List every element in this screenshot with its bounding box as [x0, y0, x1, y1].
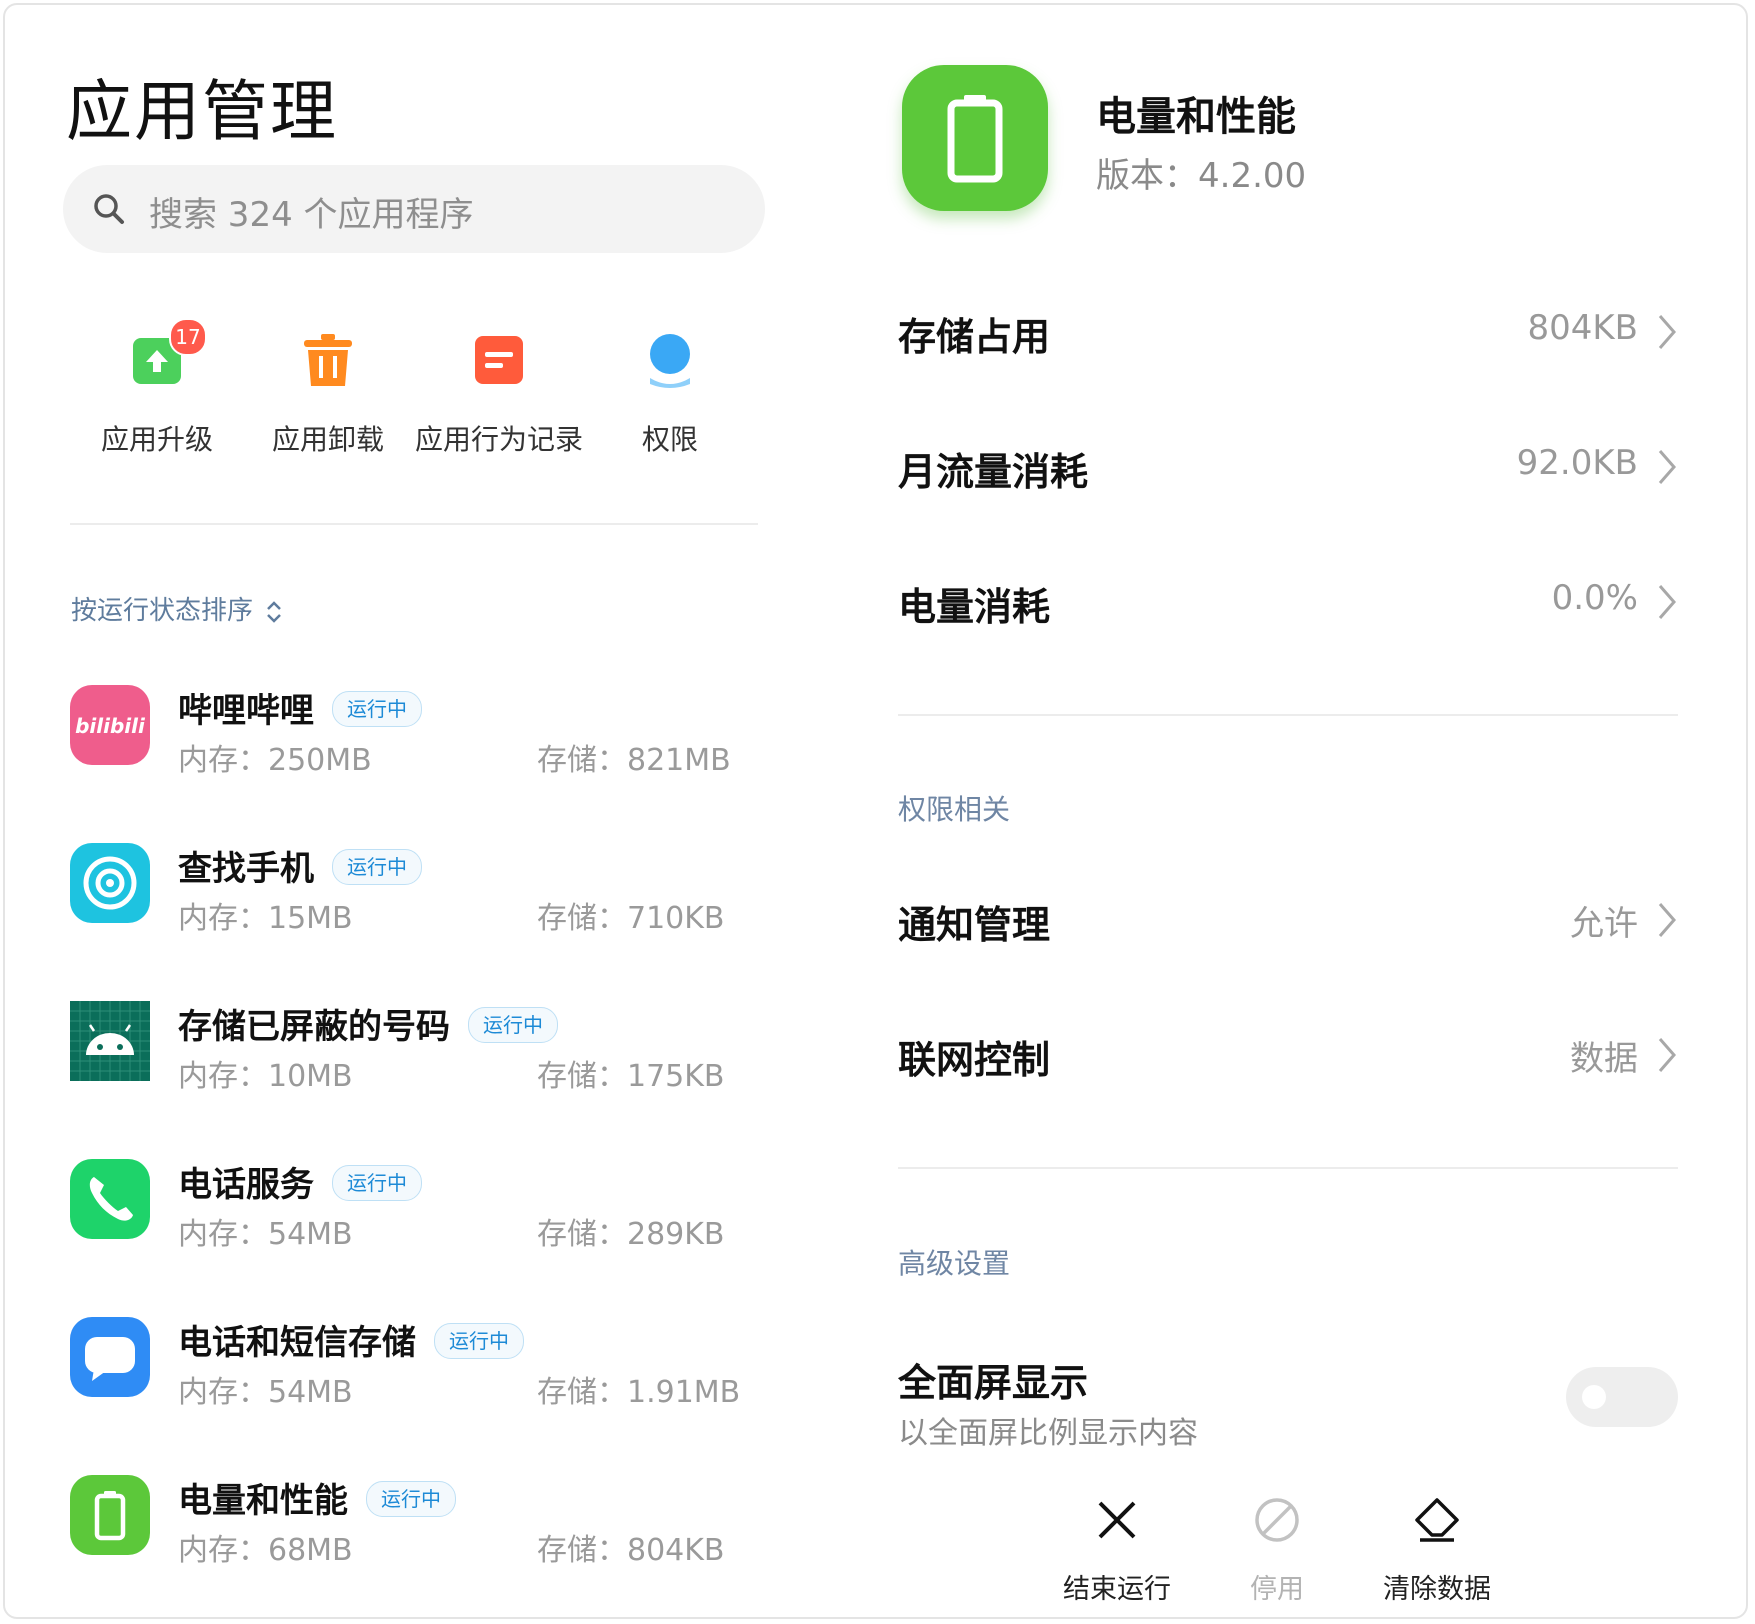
notification-management-row[interactable]: 通知管理 允许 [898, 886, 1678, 956]
fullscreen-subtitle: 以全面屏比例显示内容 [898, 1416, 1198, 1451]
app-storage: 存储：1.91MB [537, 1375, 741, 1410]
app-list-item[interactable]: 存储已屏蔽的号码 运行中 内存：10MB 存储：175KB [70, 1001, 770, 1121]
row-label: 通知管理 [898, 903, 1051, 947]
app-memory: 内存：68MB [178, 1533, 353, 1568]
bilibili-icon: bilibili [70, 685, 150, 765]
phone-icon [70, 1159, 150, 1239]
row-label: 存储占用 [898, 315, 1051, 359]
network-control-row[interactable]: 联网控制 数据 [898, 1021, 1678, 1091]
app-storage: 存储：175KB [537, 1059, 725, 1094]
sort-selector[interactable]: 按运行状态排序 [71, 590, 283, 627]
shortcut-label: 应用卸载 [271, 423, 384, 456]
fullscreen-title: 全面屏显示 [898, 1361, 1089, 1405]
fullscreen-toggle[interactable] [1566, 1367, 1678, 1427]
app-storage: 存储：289KB [537, 1217, 725, 1252]
app-memory: 内存：54MB [178, 1375, 353, 1410]
disable-button[interactable]: 停用 [1202, 1495, 1352, 1606]
battery-icon [70, 1475, 150, 1555]
divider [898, 714, 1678, 716]
app-list-item[interactable]: 查找手机 运行中 内存：15MB 存储：710KB [70, 843, 770, 963]
app-storage: 存储：821MB [537, 743, 731, 778]
app-uninstall-icon [304, 334, 352, 386]
eraser-icon [1415, 1498, 1459, 1542]
action-label: 停用 [1250, 1574, 1304, 1605]
app-list-item[interactable]: 电话服务 运行中 内存：54MB 存储：289KB [70, 1159, 770, 1279]
permissions-icon [650, 334, 690, 388]
update-count-badge: 17 [169, 318, 207, 356]
row-label: 电量消耗 [898, 585, 1051, 629]
divider [70, 523, 758, 525]
row-value: 0.0% [1551, 578, 1638, 618]
action-label: 结束运行 [1063, 1574, 1171, 1605]
app-version: 版本：4.2.00 [1096, 156, 1307, 196]
sort-updown-icon [267, 600, 281, 623]
app-behavior-record-icon [475, 336, 523, 384]
chevron-right-icon [1658, 450, 1676, 484]
status-badge: 运行中 [468, 1006, 558, 1043]
shortcut-permissions[interactable]: 权限 [585, 330, 755, 458]
app-name: 查找手机 [178, 849, 314, 889]
app-memory: 内存：250MB [178, 743, 372, 778]
shortcut-label: 权限 [641, 423, 698, 456]
app-title: 电量和性能 [1096, 94, 1296, 140]
app-name: 电量和性能 [178, 1481, 348, 1521]
android-icon [70, 1001, 150, 1081]
status-badge: 运行中 [434, 1322, 524, 1359]
app-memory: 内存：10MB [178, 1059, 353, 1094]
chevron-right-icon [1658, 1038, 1676, 1072]
app-memory: 内存：54MB [178, 1217, 353, 1252]
app-list-item[interactable]: 电话和短信存储 运行中 内存：54MB 存储：1.91MB [70, 1317, 770, 1437]
sort-label: 按运行状态排序 [71, 596, 254, 626]
status-badge: 运行中 [332, 690, 422, 727]
row-value: 允许 [1570, 904, 1638, 944]
status-badge: 运行中 [332, 1164, 422, 1201]
chevron-right-icon [1658, 585, 1676, 619]
shortcut-label: 应用升级 [100, 423, 213, 456]
disable-icon [1255, 1498, 1299, 1542]
app-detail-pane: 电量和性能 版本：4.2.00 存储占用 804KB 月流量消耗 92.0KB … [860, 0, 1755, 1624]
page-title: 应用管理 [66, 73, 338, 150]
row-value: 804KB [1527, 308, 1638, 348]
message-icon [70, 1317, 150, 1397]
row-label: 联网控制 [898, 1038, 1051, 1082]
force-stop-button[interactable]: 结束运行 [1042, 1495, 1192, 1606]
status-badge: 运行中 [332, 848, 422, 885]
monthly-data-row[interactable]: 月流量消耗 92.0KB [898, 433, 1678, 503]
search-input[interactable]: 搜索 324 个应用程序 [149, 187, 474, 236]
search-icon [94, 194, 124, 224]
app-list-pane: 应用管理 搜索 324 个应用程序 17 应用升级 应用卸载 应用行为记录 权限… [0, 0, 845, 1624]
shortcut-app-behavior-record[interactable]: 应用行为记录 [414, 330, 584, 458]
row-value: 92.0KB [1516, 443, 1638, 483]
svg-text:bilibili: bilibili [75, 714, 146, 738]
battery-usage-row[interactable]: 电量消耗 0.0% [898, 568, 1678, 638]
app-name: 哔哩哔哩 [178, 691, 314, 731]
section-header: 高级设置 [898, 1247, 1011, 1280]
battery-icon [902, 65, 1048, 211]
app-storage: 存储：710KB [537, 901, 725, 936]
shortcut-app-upgrade[interactable]: 17 应用升级 [72, 318, 242, 458]
status-badge: 运行中 [366, 1480, 456, 1517]
storage-usage-row[interactable]: 存储占用 804KB [898, 298, 1678, 368]
shortcut-app-uninstall[interactable]: 应用卸载 [243, 330, 413, 458]
action-label: 清除数据 [1383, 1574, 1491, 1605]
app-memory: 内存：15MB [178, 901, 353, 936]
chevron-right-icon [1658, 903, 1676, 937]
find-phone-icon [70, 843, 150, 923]
app-name: 电话和短信存储 [178, 1323, 416, 1363]
row-value: 数据 [1570, 1039, 1638, 1079]
close-icon [1098, 1501, 1136, 1539]
app-name: 存储已屏蔽的号码 [178, 1007, 450, 1047]
chevron-right-icon [1658, 315, 1676, 349]
section-header: 权限相关 [898, 793, 1011, 826]
divider [898, 1167, 1678, 1169]
app-storage: 存储：804KB [537, 1533, 725, 1568]
search-bar[interactable]: 搜索 324 个应用程序 [63, 165, 765, 253]
shortcut-label: 应用行为记录 [414, 423, 583, 456]
toggle-knob [1582, 1385, 1606, 1409]
row-label: 月流量消耗 [898, 450, 1089, 494]
clear-data-button[interactable]: 清除数据 [1362, 1495, 1512, 1606]
app-list-item[interactable]: bilibili 哔哩哔哩 运行中 内存：250MB 存储：821MB [70, 685, 770, 805]
app-list-item[interactable]: 电量和性能 运行中 内存：68MB 存储：804KB [70, 1475, 770, 1595]
app-name: 电话服务 [178, 1165, 314, 1205]
